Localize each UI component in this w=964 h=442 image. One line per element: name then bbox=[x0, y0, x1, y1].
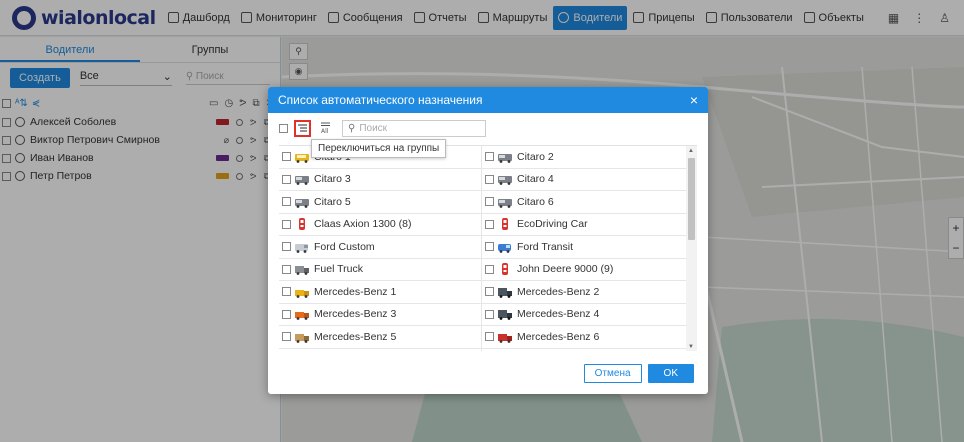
unit-list-item[interactable]: EcoDriving Car bbox=[482, 214, 686, 236]
unit-checkbox[interactable] bbox=[485, 309, 494, 319]
unit-list-item[interactable]: Pronar 5222 N22 (2) bbox=[279, 348, 482, 351]
unit-name: Citaro 6 bbox=[517, 195, 554, 208]
unit-checkbox[interactable] bbox=[282, 242, 291, 252]
select-all-units-checkbox[interactable] bbox=[279, 123, 288, 133]
bus-gray-icon bbox=[294, 173, 314, 186]
unit-name: Mercedes-Benz 6 bbox=[517, 330, 600, 343]
unit-checkbox[interactable] bbox=[485, 197, 494, 207]
unit-checkbox[interactable] bbox=[282, 219, 291, 229]
units-grid-container: Citaro 1Citaro 2Citaro 3Citaro 4Citaro 5… bbox=[279, 145, 697, 351]
scroll-down-icon[interactable]: ▼ bbox=[688, 344, 694, 350]
unit-name: Mercedes-Benz 5 bbox=[314, 330, 397, 343]
unit-checkbox[interactable] bbox=[282, 287, 291, 297]
tooltip: Переключиться на группы bbox=[311, 139, 447, 158]
scroll-thumb[interactable] bbox=[688, 158, 695, 240]
truck-dark-icon bbox=[497, 286, 517, 298]
dialog-header: Список автоматического назначения × bbox=[268, 87, 708, 113]
unit-list-item[interactable]: Citaro 3 bbox=[279, 168, 482, 191]
scrollbar[interactable]: ▲ ▼ bbox=[686, 146, 697, 351]
unit-checkbox[interactable] bbox=[485, 174, 494, 184]
unit-list-item[interactable]: Mercedes-Benz 6 bbox=[482, 326, 686, 349]
unit-list-item[interactable]: Ford Custom bbox=[279, 236, 482, 259]
unit-name: Citaro 3 bbox=[314, 173, 351, 186]
unit-list-item[interactable]: Pronar 8140 (1) bbox=[482, 349, 686, 352]
unit-checkbox[interactable] bbox=[282, 152, 291, 162]
search-placeholder: Поиск bbox=[359, 122, 388, 134]
unit-name: Claas Axion 1300 (8) bbox=[314, 218, 412, 231]
unit-name: EcoDriving Car bbox=[517, 218, 588, 231]
van-gray-icon bbox=[294, 241, 314, 253]
truck-yellow-icon bbox=[294, 286, 314, 298]
dialog-footer: Отмена OK bbox=[583, 364, 694, 383]
unit-list-item[interactable]: Citaro 2 bbox=[482, 146, 686, 169]
unit-checkbox[interactable] bbox=[282, 197, 291, 207]
select-all-icon[interactable]: All bbox=[317, 120, 334, 137]
auto-assign-dialog: Список автоматического назначения × All … bbox=[268, 87, 708, 394]
close-icon[interactable]: × bbox=[690, 93, 698, 107]
unit-checkbox[interactable] bbox=[282, 174, 291, 184]
search-icon: ⚲ bbox=[348, 122, 356, 134]
pin-red-icon bbox=[497, 263, 517, 276]
units-grid: Citaro 1Citaro 2Citaro 3Citaro 4Citaro 5… bbox=[279, 146, 686, 351]
scroll-up-icon[interactable]: ▲ bbox=[688, 148, 694, 154]
unit-checkbox[interactable] bbox=[485, 287, 494, 297]
unit-name: Mercedes-Benz 4 bbox=[517, 308, 600, 321]
unit-list-item[interactable]: Fuel Truck bbox=[279, 258, 482, 281]
unit-list-item[interactable]: Mercedes-Benz 4 bbox=[482, 304, 686, 326]
unit-name: Mercedes-Benz 1 bbox=[314, 285, 397, 298]
units-search-input[interactable]: ⚲ Поиск bbox=[342, 119, 486, 137]
unit-list-item[interactable]: Citaro 4 bbox=[482, 169, 686, 191]
unit-list-item[interactable]: Mercedes-Benz 3 bbox=[279, 303, 482, 326]
unit-checkbox[interactable] bbox=[282, 332, 291, 342]
bus-gray-icon bbox=[497, 173, 517, 186]
bus-gray-icon bbox=[497, 196, 517, 208]
unit-name: Mercedes-Benz 2 bbox=[517, 285, 600, 298]
unit-checkbox[interactable] bbox=[485, 219, 494, 229]
unit-name: Citaro 4 bbox=[517, 173, 554, 186]
switch-to-groups-icon[interactable] bbox=[294, 119, 311, 137]
unit-list-item[interactable]: Citaro 6 bbox=[482, 191, 686, 214]
unit-list-item[interactable]: Mercedes-Benz 1 bbox=[279, 281, 482, 304]
unit-name: Ford Transit bbox=[517, 240, 574, 253]
bus-gray-icon bbox=[294, 196, 314, 208]
unit-name: Citaro 5 bbox=[314, 195, 351, 208]
unit-list-item[interactable]: John Deere 9000 (9) bbox=[482, 259, 686, 281]
unit-list-item[interactable]: Mercedes-Benz 2 bbox=[482, 281, 686, 304]
svg-text:All: All bbox=[321, 128, 329, 134]
pin-red-icon bbox=[497, 218, 517, 231]
truck-gray-icon bbox=[294, 263, 314, 276]
dialog-title: Список автоматического назначения bbox=[278, 93, 483, 107]
van-blue-icon bbox=[497, 241, 517, 253]
unit-checkbox[interactable] bbox=[485, 264, 494, 274]
cancel-button[interactable]: Отмена bbox=[583, 364, 642, 383]
unit-list-item[interactable]: Claas Axion 1300 (8) bbox=[279, 213, 482, 236]
unit-checkbox[interactable] bbox=[282, 309, 291, 319]
unit-list-item[interactable]: Ford Transit bbox=[482, 236, 686, 259]
unit-name: Fuel Truck bbox=[314, 263, 364, 276]
unit-name: John Deere 9000 (9) bbox=[517, 263, 614, 276]
unit-checkbox[interactable] bbox=[485, 242, 494, 252]
pin-red-icon bbox=[294, 218, 314, 231]
bus-gray-icon bbox=[497, 151, 517, 163]
truck-orange-icon bbox=[294, 308, 314, 321]
unit-checkbox[interactable] bbox=[485, 332, 494, 342]
unit-checkbox[interactable] bbox=[282, 264, 291, 274]
truck-dark-icon bbox=[497, 308, 517, 321]
dialog-toolbar: All ⚲ Поиск Переключиться на группы bbox=[268, 113, 708, 158]
unit-name: Citaro 2 bbox=[517, 150, 554, 163]
truck-tan-icon bbox=[294, 331, 314, 343]
truck-red-icon bbox=[497, 331, 517, 343]
unit-name: Mercedes-Benz 3 bbox=[314, 308, 397, 321]
unit-checkbox[interactable] bbox=[485, 152, 494, 162]
ok-button[interactable]: OK bbox=[647, 364, 694, 383]
unit-name: Ford Custom bbox=[314, 240, 375, 253]
unit-list-item[interactable]: Citaro 5 bbox=[279, 191, 482, 214]
unit-list-item[interactable]: Mercedes-Benz 5 bbox=[279, 326, 482, 349]
